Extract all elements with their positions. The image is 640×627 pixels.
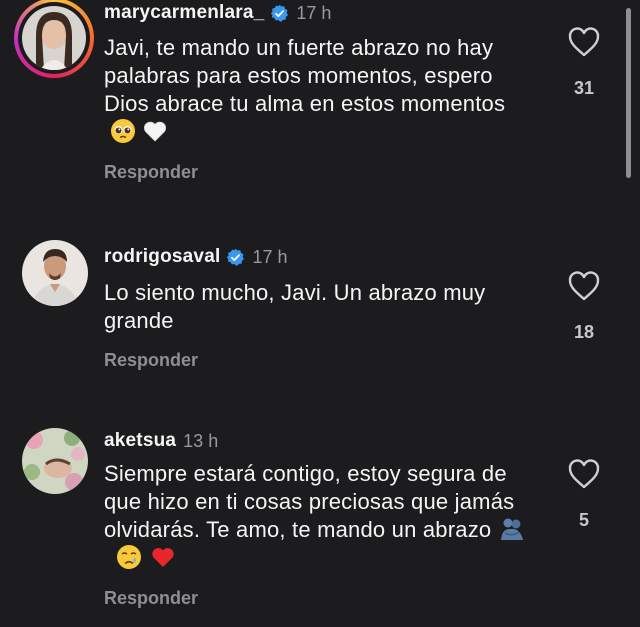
comment-time: 13 h — [183, 430, 219, 451]
avatar[interactable] — [22, 428, 88, 494]
red-heart-emoji — [152, 548, 174, 567]
like-count: 31 — [573, 78, 595, 98]
comment-body: Lo siento mucho, Javi. Un abrazo muy gra… — [104, 280, 486, 333]
pleading-face-emoji — [111, 119, 135, 143]
scrollbar[interactable] — [626, 8, 631, 178]
comment-text: Lo siento mucho, Javi. Un abrazo muy gra… — [104, 279, 504, 335]
comment-time: 17 h — [252, 246, 288, 267]
heart-icon[interactable] — [566, 24, 602, 60]
heart-icon[interactable] — [566, 268, 602, 304]
comment-item: aketsua 13 h Siempre estará contigo, est… — [0, 426, 640, 626]
comment-text: Siempre estará contigo, estoy segura de … — [104, 460, 534, 572]
comment-time: 17 h — [296, 2, 332, 23]
comment-item: rodrigosaval 17 h Lo siento mucho, Javi.… — [0, 240, 640, 390]
reply-button[interactable]: Responder — [104, 162, 198, 183]
crying-face-emoji — [117, 545, 141, 569]
comment-body: Javi, te mando un fuerte abrazo no hay p… — [104, 35, 506, 116]
people-hugging-emoji — [501, 518, 524, 540]
like-count: 5 — [578, 510, 589, 530]
reply-button[interactable]: Responder — [104, 350, 198, 371]
username[interactable]: rodrigosaval — [104, 246, 220, 268]
heart-icon[interactable] — [566, 456, 602, 492]
avatar[interactable] — [22, 6, 86, 70]
username[interactable]: marycarmenlara_ — [104, 2, 264, 24]
reply-button[interactable]: Responder — [104, 588, 198, 609]
avatar[interactable] — [22, 240, 88, 306]
username[interactable]: aketsua — [104, 430, 176, 452]
white-heart-emoji — [143, 121, 167, 142]
comment-body: Siempre estará contigo, estoy segura de … — [104, 461, 515, 542]
verified-badge-icon — [227, 248, 245, 266]
comment-item: marycarmenlara_ 17 h Javi, te mando un f… — [0, 0, 640, 200]
comment-text: Javi, te mando un fuerte abrazo no hay p… — [104, 34, 534, 146]
like-count: 18 — [573, 322, 595, 342]
verified-badge-icon — [271, 4, 289, 22]
